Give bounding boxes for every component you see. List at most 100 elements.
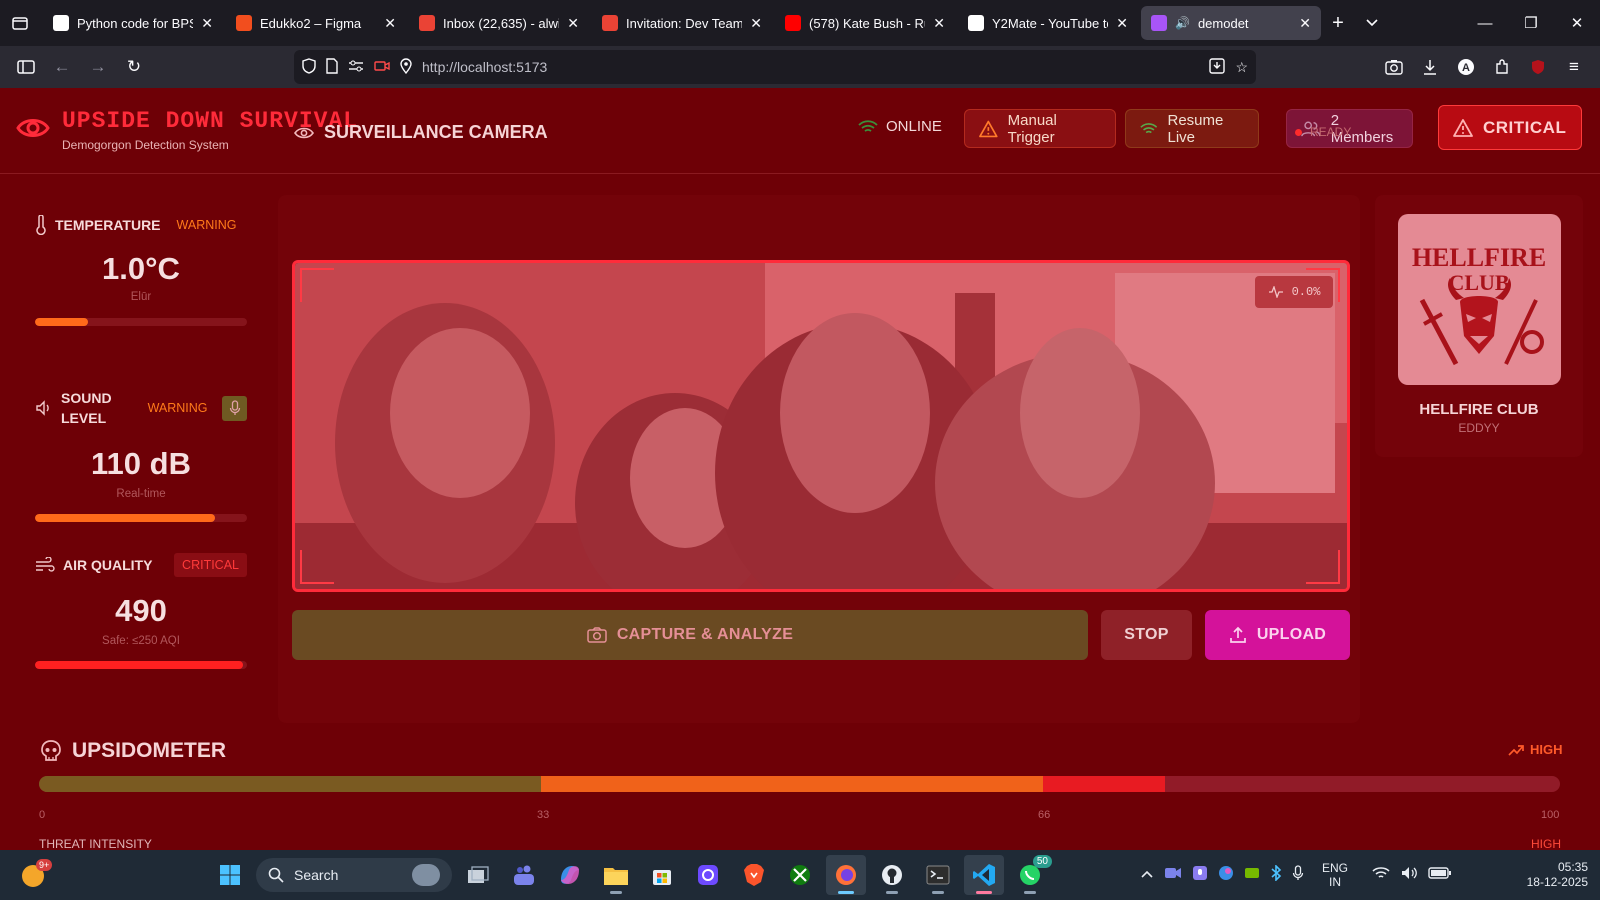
online-label: ONLINE [886,118,942,135]
github-button[interactable] [872,855,912,895]
upload-button[interactable]: UPLOAD [1205,610,1350,660]
store-button[interactable] [642,855,682,895]
teams-button[interactable] [504,855,544,895]
sound-label-line2: LEVEL [61,410,107,426]
shield-icon[interactable] [302,57,316,77]
menu-icon[interactable]: ≡ [1558,51,1590,83]
list-all-tabs-icon[interactable] [1355,6,1389,40]
start-button[interactable] [210,855,250,895]
whatsapp-button[interactable]: 50 [1010,855,1052,895]
upsidometer-segment [540,776,1043,792]
url-text[interactable]: http://localhost:5173 [422,59,1199,75]
stop-button[interactable]: STOP [1101,610,1192,660]
critical-label: CRITICAL [1483,117,1567,137]
clock[interactable]: 05:35 18-12-2025 [1512,860,1588,890]
nvidia-icon[interactable] [1244,866,1260,884]
browser-tab[interactable]: (578) Kate Bush - Runn ✕ [775,6,955,40]
bluetooth-icon[interactable] [1270,863,1282,886]
sidebar-toggle-icon[interactable] [10,51,42,83]
microphone-toggle[interactable] [222,395,247,421]
wifi-tray-icon[interactable] [1372,866,1390,885]
restore-button[interactable]: ❐ [1508,0,1554,46]
camera-title-label: SURVEILLANCE CAMERA [324,122,548,142]
browser-tab[interactable]: 🔊 demodet ✕ [1141,6,1321,40]
browser-tab[interactable]: Edukko2 – Figma ✕ [226,6,406,40]
resume-live-button[interactable]: Resume Live [1125,109,1259,148]
language-indicator[interactable]: ENG IN [1322,861,1348,889]
upsidometer-segment [39,776,541,792]
threat-level-label: HIGH [1530,742,1563,757]
whatsapp-badge: 50 [1032,855,1052,868]
firefox-button[interactable] [826,855,866,895]
sound-value: 110 dB [91,446,191,481]
tab-list-icon[interactable] [0,0,40,46]
tab-close-icon[interactable]: ✕ [1299,15,1311,32]
reload-button[interactable]: ↻ [118,51,150,83]
page-icon[interactable] [326,57,338,77]
app-subtitle: Demogorgon Detection System [62,138,229,152]
capture-analyze-button[interactable]: CAPTURE & ANALYZE [292,610,1088,660]
tab-close-icon[interactable]: ✕ [567,15,579,32]
brave-button[interactable] [734,855,774,895]
back-button[interactable]: ← [46,51,78,83]
meet-icon[interactable] [1164,866,1182,885]
browser-tab[interactable]: Y2Mate - YouTube to M ✕ [958,6,1138,40]
vscode-button[interactable] [964,855,1004,895]
permissions-icon[interactable] [348,59,364,75]
file-explorer-button[interactable] [596,855,636,895]
weather-widget[interactable]: 9+ [20,859,53,891]
download-page-icon[interactable] [1209,57,1226,77]
bookmark-star-icon[interactable]: ☆ [1235,59,1248,76]
browser-tab[interactable]: Python code for BPSK ✕ [43,6,223,40]
url-bar[interactable]: http://localhost:5173 ☆ [294,50,1256,84]
skull-icon [41,740,61,761]
xbox-button[interactable] [780,855,820,895]
tab-close-icon[interactable]: ✕ [933,15,945,32]
tab-close-icon[interactable]: ✕ [750,15,762,32]
youtube-icon [785,15,801,31]
tab-title: Y2Mate - YouTube to M [992,15,1108,31]
show-hidden-icons-button[interactable] [1140,866,1154,884]
manual-trigger-button[interactable]: Manual Trigger [964,109,1116,148]
forward-button[interactable]: → [82,51,114,83]
location-icon[interactable] [400,57,412,77]
battery-icon[interactable] [1428,866,1452,885]
proton-button[interactable] [688,855,728,895]
mic-tray-icon[interactable] [1192,865,1208,886]
tab-title: Python code for BPSK [77,15,193,31]
status-dot-icon [1295,128,1302,136]
search-highlight-icon [412,864,440,886]
y2mate-icon [968,15,984,31]
terminal-button[interactable] [918,855,958,895]
new-tab-button[interactable]: + [1321,6,1355,40]
copilot-tray-icon[interactable] [1218,865,1234,886]
temperature-bar [35,318,247,326]
speaker-icon [36,400,49,416]
browser-tab[interactable]: Invitation: Dev Team Sy ✕ [592,6,772,40]
threat-intensity-label: THREAT INTENSITY [39,837,152,851]
task-view-button[interactable] [458,855,498,895]
taskbar-search[interactable]: Search [256,858,452,892]
teams-icon [514,865,534,885]
screenshot-icon[interactable] [1378,51,1410,83]
extensions-icon[interactable] [1486,51,1518,83]
minimize-button[interactable]: — [1462,0,1508,46]
critical-status-button[interactable]: CRITICAL [1438,105,1582,150]
tab-audio-icon[interactable]: 🔊 [1175,16,1190,30]
browser-tab[interactable]: Inbox (22,635) - alwina ✕ [409,6,589,40]
account-icon[interactable]: A [1450,51,1482,83]
xbox-icon [790,865,810,885]
sound-sensor: SOUND LEVEL WARNING 110 dB Real-time [35,388,247,522]
tab-close-icon[interactable]: ✕ [384,15,396,32]
copilot-button[interactable] [550,855,590,895]
volume-icon[interactable] [1400,866,1418,885]
brave-icon [744,864,764,886]
camera-in-use-icon[interactable] [374,59,390,75]
microphone-tray-icon[interactable] [1292,864,1304,886]
downloads-icon[interactable] [1414,51,1446,83]
close-window-button[interactable]: ✕ [1554,0,1600,46]
tab-close-icon[interactable]: ✕ [1116,15,1128,32]
ublock-icon[interactable] [1522,51,1554,83]
tab-close-icon[interactable]: ✕ [201,15,213,32]
camera-feed[interactable] [292,260,1350,592]
